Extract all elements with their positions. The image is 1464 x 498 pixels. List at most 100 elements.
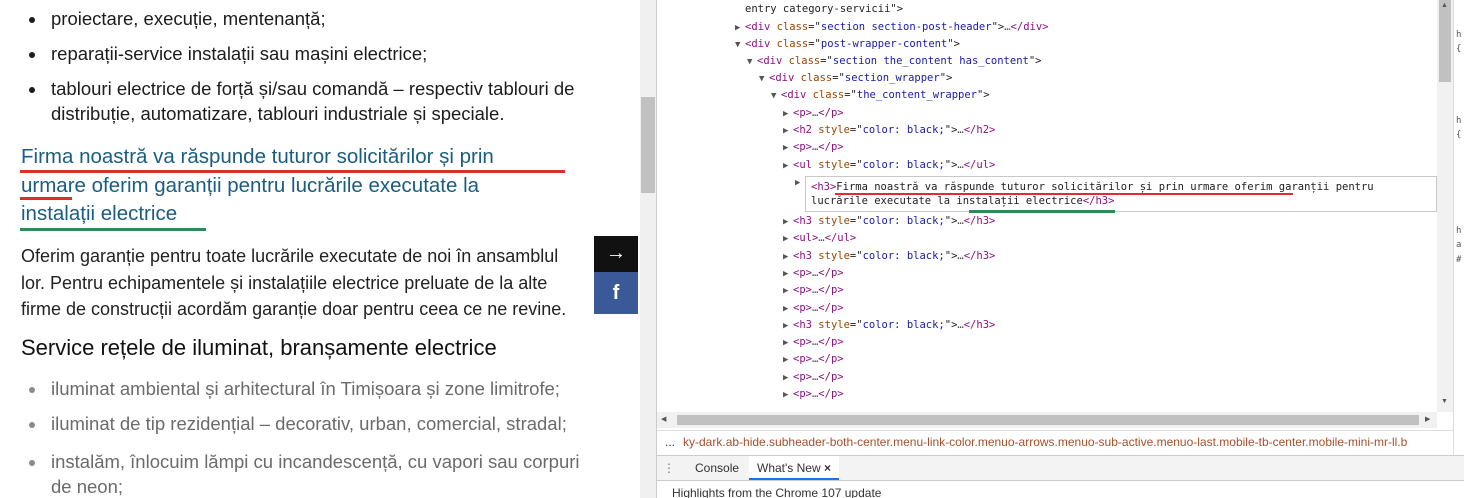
- red-underline: [835, 193, 1293, 195]
- dom-token: class: [776, 21, 809, 33]
- expand-triangle-icon[interactable]: ▶: [795, 178, 805, 188]
- paragraph-line: firme de construcții acordăm garanție do…: [21, 299, 567, 319]
- scroll-right-arrow-icon[interactable]: ▶: [1425, 415, 1430, 423]
- scroll-left-arrow-icon[interactable]: ◀: [661, 415, 666, 423]
- dom-token: entry category-servicii">: [745, 3, 904, 15]
- dom-token: =": [849, 319, 863, 331]
- dom-token: <div: [745, 38, 777, 50]
- tab-console[interactable]: Console: [695, 456, 739, 480]
- dom-node[interactable]: ▶ <p>…</p>: [783, 386, 844, 403]
- dom-token: <ul: [793, 159, 819, 171]
- dom-token: ">: [939, 72, 953, 84]
- breadcrumb-path[interactable]: ky-dark.ab-hide.subheader-both-center.me…: [683, 435, 1407, 449]
- tab-whats-new[interactable]: What's New ×: [749, 456, 839, 480]
- dom-token: section_wrapper: [844, 72, 940, 84]
- collapse-triangle-icon[interactable]: ▼: [735, 37, 745, 54]
- dom-node[interactable]: ▶ <h3 style="color: black;">…</h3>: [783, 248, 995, 265]
- collapse-triangle-icon[interactable]: ▼: [747, 54, 757, 71]
- list-item-text: iluminat ambiental și arhitectural în Ti…: [51, 378, 560, 399]
- expand-triangle-icon[interactable]: ▶: [783, 283, 793, 300]
- dom-node[interactable]: ▶ <ul style="color: black;">…</ul>: [783, 157, 995, 174]
- dom-token: =": [832, 72, 845, 84]
- dom-node[interactable]: ▶ <p>…</p>: [783, 139, 844, 156]
- elements-horizontal-scrollbar-thumb[interactable]: [677, 415, 1419, 425]
- expand-triangle-icon[interactable]: ▶: [783, 249, 793, 266]
- elements-vertical-scrollbar-thumb[interactable]: [1439, 0, 1451, 82]
- expand-triangle-icon[interactable]: ▶: [783, 123, 793, 140]
- paragraph-line: lor. Pentru echipamentele și instalațiil…: [21, 272, 548, 293]
- expand-triangle-icon[interactable]: ▶: [783, 106, 793, 123]
- list-item-text: proiectare, execuție, mentenanță;: [51, 8, 326, 29]
- page-scrollbar[interactable]: [640, 0, 656, 498]
- expand-triangle-icon[interactable]: ▶: [783, 387, 793, 404]
- scroll-up-arrow-icon[interactable]: ▲: [1441, 2, 1448, 9]
- dom-token: =": [808, 21, 821, 33]
- dom-node[interactable]: ▶ <h3 style="color: black;">…</h3>: [783, 317, 995, 334]
- dom-node[interactable]: ▶ <p>…</p>: [783, 334, 844, 351]
- dom-node[interactable]: ▶ <ul>…</ul>: [783, 230, 856, 247]
- dom-node[interactable]: ▶ <p>…</p>: [783, 351, 844, 368]
- page-scrollbar-thumb[interactable]: [641, 97, 655, 193]
- dom-token: <p>: [793, 302, 812, 314]
- dom-token: <p>: [793, 371, 812, 383]
- dom-token: post-wrapper-content: [820, 38, 948, 50]
- dom-token: </p>: [818, 284, 844, 296]
- expand-triangle-icon[interactable]: ▶: [783, 231, 793, 248]
- dom-token: ">: [944, 215, 958, 227]
- expand-triangle-icon[interactable]: ▶: [783, 158, 793, 175]
- styles-fragment: h: [1456, 116, 1462, 126]
- drawer-menu-icon[interactable]: ⋮: [663, 456, 677, 480]
- dom-node[interactable]: ▼ <div class="section_wrapper">: [759, 70, 952, 87]
- dom-token: =": [849, 124, 863, 136]
- dom-token: </ul>: [824, 232, 857, 244]
- dom-token: </p>: [818, 371, 844, 383]
- bullet-dot: [29, 87, 35, 93]
- dom-node[interactable]: ▶ <p>…</p>: [783, 282, 844, 299]
- dom-token: the_content_wrapper: [856, 89, 977, 101]
- expand-triangle-icon[interactable]: ▶: [783, 214, 793, 231]
- list-item-text: iluminat de tip rezidențial – decorativ,…: [51, 413, 567, 434]
- expand-triangle-icon[interactable]: ▶: [783, 266, 793, 283]
- dom-node[interactable]: ▼ <div class="section the_content has_con…: [747, 53, 1042, 70]
- dom-token: <p>: [793, 353, 812, 365]
- dom-token: color: black;: [862, 124, 945, 136]
- green-underline: [969, 210, 1115, 213]
- dom-token: <div: [757, 55, 789, 67]
- expand-triangle-icon[interactable]: ▶: [783, 352, 793, 369]
- dom-token: <p>: [793, 284, 812, 296]
- scroll-down-arrow-icon[interactable]: ▼: [1441, 398, 1448, 405]
- styles-fragment: #: [1456, 255, 1462, 265]
- collapse-triangle-icon[interactable]: ▼: [759, 71, 769, 88]
- dom-node[interactable]: ▼ <div class="post-wrapper-content">: [735, 36, 960, 53]
- expand-triangle-icon[interactable]: ▶: [783, 335, 793, 352]
- dom-breadcrumb[interactable]: ... ky-dark.ab-hide.subheader-both-center…: [657, 430, 1453, 454]
- expand-triangle-icon[interactable]: ▶: [783, 370, 793, 387]
- dom-token: style: [818, 215, 850, 227]
- paragraph: Oferim garanție pentru toate lucrările e…: [21, 243, 596, 323]
- whats-new-content: Highlights from the Chrome 107 update: [672, 486, 882, 498]
- dom-node[interactable]: ▶ <p>…</p>: [783, 265, 844, 282]
- dom-node[interactable]: ▶ <h2 style="color: black;">…</h2>: [783, 122, 995, 139]
- dom-node[interactable]: ▶ <p>…</p>: [783, 105, 844, 122]
- subsection-heading: Service rețele de iluminat, branșamente …: [21, 335, 497, 360]
- dom-node[interactable]: ▶ <div class="section section-post-header…: [735, 19, 1048, 36]
- dom-token: <p>: [793, 388, 812, 400]
- dom-node[interactable]: ▶ <p>…</p>: [783, 369, 844, 386]
- dom-node[interactable]: ▶ <h3 style="color: black;">…</h3>: [783, 213, 995, 230]
- dom-token: section the_content has_content: [832, 55, 1029, 67]
- dom-node[interactable]: ▼ <div class="the_content_wrapper">: [771, 87, 990, 104]
- styles-pane[interactable]: h{h{h a #: [1453, 0, 1464, 455]
- dom-token: section section-post-header: [820, 21, 992, 33]
- close-icon[interactable]: ×: [824, 461, 831, 475]
- dom-node[interactable]: entry category-servicii">: [745, 1, 903, 18]
- dom-node[interactable]: ▶ <p>…</p>: [783, 300, 844, 317]
- expand-triangle-icon[interactable]: ▶: [783, 140, 793, 157]
- collapse-triangle-icon[interactable]: ▼: [771, 88, 781, 105]
- expand-triangle-icon[interactable]: ▶: [735, 20, 745, 37]
- selected-node-line-2: lucrările executate la instalații electr…: [811, 194, 1436, 208]
- expand-triangle-icon[interactable]: ▶: [783, 301, 793, 318]
- facebook-share-button[interactable]: f: [594, 272, 638, 314]
- share-toggle-button[interactable]: →: [594, 236, 638, 272]
- dom-token: <div: [781, 89, 813, 101]
- expand-triangle-icon[interactable]: ▶: [783, 318, 793, 335]
